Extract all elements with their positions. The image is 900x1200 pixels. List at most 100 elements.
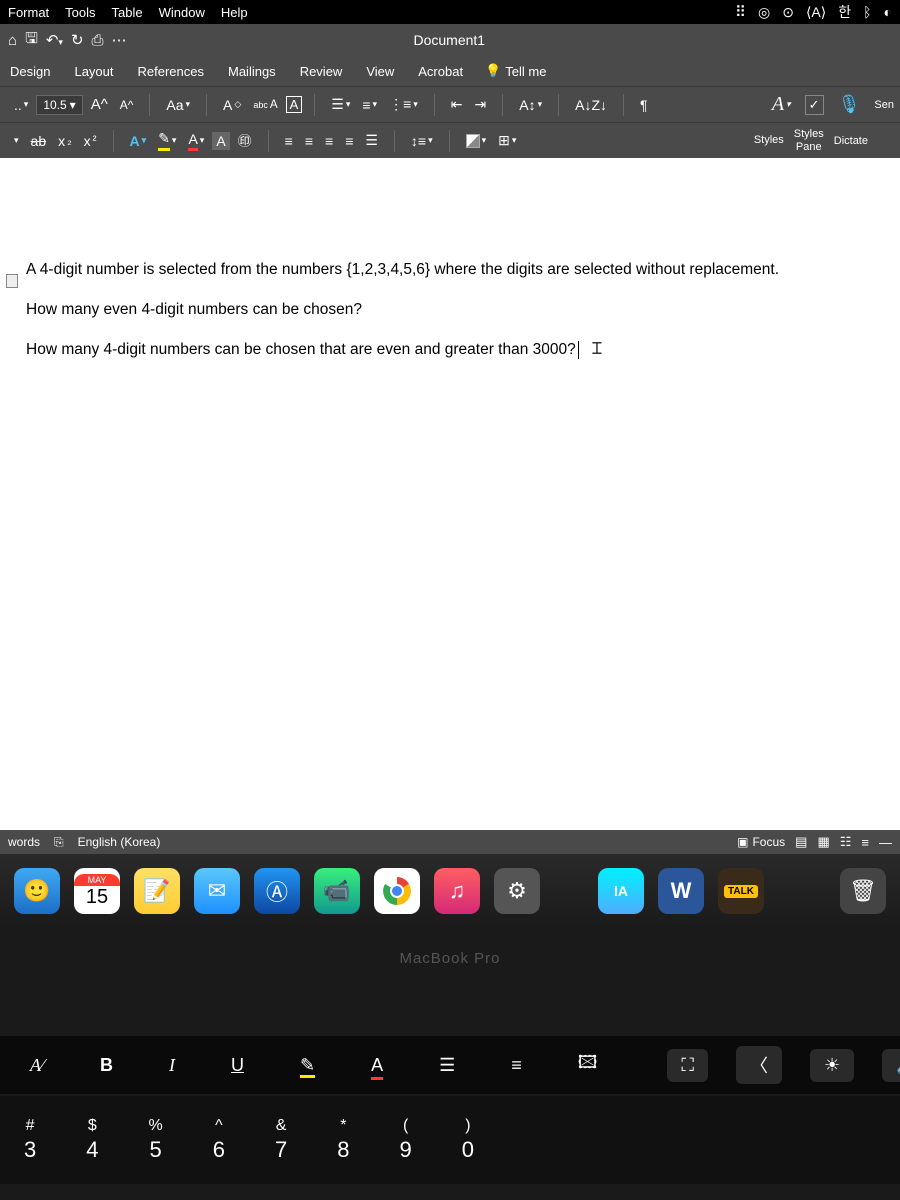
- print-icon[interactable]: ⎙: [92, 32, 104, 49]
- key-9[interactable]: (9: [399, 1117, 411, 1163]
- bullets-icon[interactable]: ☰▾: [327, 94, 354, 115]
- dictate-mic-icon[interactable]: 🎙: [834, 92, 865, 117]
- tb-fontcolor-icon[interactable]: A: [357, 1049, 397, 1082]
- show-paragraph-marks-icon[interactable]: ¶: [636, 95, 652, 115]
- justify-icon[interactable]: ≡: [341, 131, 357, 151]
- outline-view-icon[interactable]: ☷: [840, 834, 852, 850]
- print-layout-view-icon[interactable]: ▤: [795, 834, 807, 850]
- tab-references[interactable]: References: [136, 60, 206, 83]
- char-shading-icon[interactable]: A: [212, 132, 229, 150]
- focus-button[interactable]: ▣ Focus: [737, 835, 785, 849]
- clear-formatting-icon[interactable]: A◇: [219, 95, 245, 115]
- font-size-input[interactable]: 10.5▾: [36, 95, 82, 115]
- tab-review[interactable]: Review: [298, 60, 345, 83]
- tb-numbering-icon[interactable]: ≡: [497, 1049, 536, 1082]
- dock-settings-icon[interactable]: ⚙: [494, 868, 540, 914]
- tb-volume-icon[interactable]: 🔊: [882, 1049, 900, 1082]
- numbering-icon[interactable]: ≡▾: [358, 95, 381, 115]
- font-color-icon[interactable]: A▾: [184, 129, 208, 153]
- menu-table[interactable]: Table: [112, 5, 143, 20]
- tb-styles-icon[interactable]: A⁄: [16, 1049, 58, 1082]
- character-border-icon[interactable]: A: [286, 96, 303, 113]
- tab-acrobat[interactable]: Acrobat: [416, 60, 465, 83]
- tab-view[interactable]: View: [364, 60, 396, 83]
- spellcheck-icon[interactable]: ⎘: [54, 835, 64, 850]
- dock-word-icon[interactable]: W: [658, 868, 704, 914]
- change-case-button[interactable]: Aa▾: [162, 95, 194, 115]
- tb-brightness-icon[interactable]: ☀: [810, 1049, 854, 1082]
- editor-icon[interactable]: ✓: [805, 95, 824, 115]
- tb-back-icon[interactable]: 〈: [736, 1046, 782, 1084]
- menu-format[interactable]: Format: [8, 5, 49, 20]
- menu-window[interactable]: Window: [159, 5, 205, 20]
- tb-bullets-icon[interactable]: ☰: [425, 1049, 469, 1082]
- dock-mail-icon[interactable]: ✉: [194, 868, 240, 914]
- redo-icon[interactable]: ↻: [71, 31, 84, 49]
- phonetic-guide-button[interactable]: abcA: [249, 96, 281, 113]
- styles-button[interactable]: A▾: [768, 91, 795, 118]
- font-dropdown[interactable]: ..▾: [10, 95, 32, 115]
- dock-chrome-icon[interactable]: [374, 868, 420, 914]
- increase-indent-icon[interactable]: ⇥: [471, 94, 491, 115]
- borders-icon[interactable]: ⊞▾: [494, 130, 520, 151]
- tb-bold-button[interactable]: B: [86, 1049, 127, 1082]
- key-6[interactable]: ^6: [213, 1117, 225, 1163]
- tell-me-search[interactable]: 💡 Tell me: [485, 63, 546, 79]
- grow-font-icon[interactable]: A^: [87, 94, 112, 115]
- web-layout-view-icon[interactable]: ▦: [817, 834, 829, 850]
- distributed-icon[interactable]: ☰: [361, 130, 382, 151]
- word-count-label[interactable]: words: [8, 835, 40, 849]
- dock-calendar-icon[interactable]: MAY 15: [74, 868, 120, 914]
- tab-mailings[interactable]: Mailings: [226, 60, 278, 83]
- dictate-label[interactable]: Dictate: [834, 135, 868, 147]
- dock-music-icon[interactable]: ♫: [434, 868, 480, 914]
- dropbox-icon[interactable]: ⠿: [735, 3, 746, 21]
- styles-pane-label[interactable]: Styles Pane: [794, 128, 824, 152]
- home-icon[interactable]: ⌂: [8, 32, 17, 49]
- text-direction-icon[interactable]: A↕▾: [515, 95, 546, 115]
- align-center-icon[interactable]: ≡: [301, 131, 317, 151]
- dock-trash-icon[interactable]: 🗑: [840, 868, 886, 914]
- styles-label[interactable]: Styles: [754, 134, 784, 146]
- dock-notes-icon[interactable]: 📝: [134, 868, 180, 914]
- save-icon[interactable]: 🖫: [25, 28, 38, 53]
- shrink-font-icon[interactable]: A^: [116, 96, 138, 114]
- tb-underline-button[interactable]: U: [217, 1049, 258, 1082]
- key-7[interactable]: &7: [275, 1117, 287, 1163]
- key-0[interactable]: )0: [462, 1117, 474, 1163]
- text-effects-icon[interactable]: A▾: [126, 131, 151, 151]
- subscript-icon[interactable]: x₂: [54, 131, 76, 151]
- sort-icon[interactable]: A↓Z↓: [571, 95, 611, 115]
- user-icon[interactable]: ◐: [884, 4, 892, 20]
- dock-kakaotalk-icon[interactable]: TALK: [718, 868, 764, 914]
- sync-icon[interactable]: ◎: [758, 4, 770, 21]
- korean-input-icon[interactable]: 한: [838, 2, 851, 22]
- bluetooth-icon[interactable]: ᛒ: [863, 4, 871, 20]
- strikethrough-icon[interactable]: ab: [27, 131, 51, 151]
- dock-facetime-icon[interactable]: 📹: [314, 868, 360, 914]
- dock-finder-icon[interactable]: 🙂: [14, 868, 60, 914]
- highlight-color-icon[interactable]: ✎▾: [154, 128, 180, 153]
- language-label[interactable]: English (Korea): [78, 835, 161, 849]
- menu-tools[interactable]: Tools: [65, 5, 95, 20]
- align-left-icon[interactable]: ≡: [281, 131, 297, 151]
- superscript-icon[interactable]: x²: [80, 131, 101, 151]
- tb-expand-icon[interactable]: ⛶: [667, 1049, 708, 1082]
- undo-icon[interactable]: ↶▾: [46, 31, 63, 49]
- key-5[interactable]: %5: [149, 1117, 163, 1163]
- text-effects-dropdown[interactable]: ▾: [10, 133, 23, 148]
- paragraph-1[interactable]: A 4-digit number is selected from the nu…: [26, 258, 874, 282]
- key-3[interactable]: #3: [24, 1117, 36, 1163]
- record-icon[interactable]: ⊙: [782, 4, 794, 21]
- decrease-indent-icon[interactable]: ⇤: [447, 94, 467, 115]
- tb-highlight-icon[interactable]: ✎: [286, 1049, 329, 1082]
- key-4[interactable]: $4: [86, 1117, 98, 1163]
- zoom-slider[interactable]: —: [879, 835, 892, 850]
- dock-appstore-icon[interactable]: Ⓐ: [254, 868, 300, 914]
- multilevel-list-icon[interactable]: ⋮≡▾: [385, 94, 422, 115]
- line-spacing-icon[interactable]: ↕≡▾: [407, 131, 437, 151]
- more-icon[interactable]: ⋯: [112, 31, 127, 49]
- ruler-tab-icon[interactable]: [6, 274, 18, 288]
- tb-insert-icon[interactable]: 🖾: [564, 1044, 612, 1086]
- language-icon[interactable]: ⟨A⟩: [806, 4, 826, 21]
